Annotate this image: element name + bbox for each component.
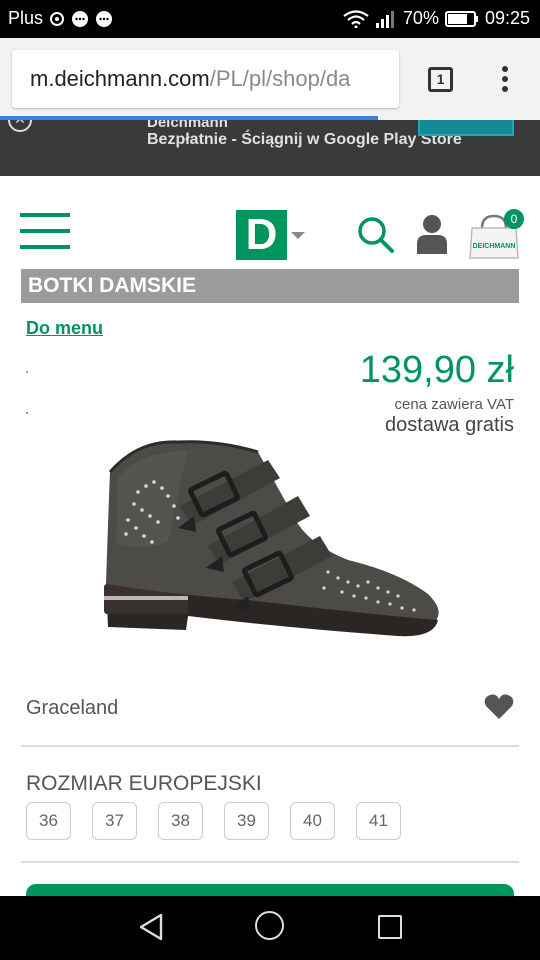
cart-bag-label: DEICHMANN — [473, 243, 516, 250]
wifi-icon — [343, 9, 369, 28]
banner-text: Bezpłatnie - Ściągnij w Google Play Stor… — [147, 131, 462, 148]
size-option[interactable]: 39 — [224, 802, 269, 840]
back-to-menu-link[interactable]: Do menu — [26, 318, 103, 339]
category-title: BOTKI DAMSKIE — [21, 269, 519, 303]
site-header: D DEICHMANN 0 — [0, 176, 540, 268]
browser-menu-icon[interactable] — [498, 66, 512, 94]
heart-icon[interactable] — [484, 694, 514, 720]
browser-toolbar: m.deichmann.com/PL/pl/shop/da 1 — [0, 38, 540, 120]
product-image[interactable] — [98, 432, 442, 650]
status-bar: Plus 70% 09:25 — [0, 0, 540, 38]
search-icon[interactable] — [357, 216, 395, 254]
divider — [21, 861, 519, 863]
system-nav-bar — [0, 896, 540, 960]
data-saver-icon — [50, 11, 65, 26]
size-option[interactable]: 36 — [26, 802, 71, 840]
divider — [21, 745, 519, 747]
placeholder-dot — [26, 412, 28, 414]
back-icon[interactable] — [138, 913, 164, 941]
vat-note: cena zawiera VAT — [394, 396, 515, 413]
placeholder-dot — [26, 371, 28, 373]
close-icon[interactable]: ✕ — [8, 120, 32, 132]
message-icon — [96, 10, 113, 27]
signal-icon — [375, 10, 394, 28]
url-domain: m.deichmann.com — [30, 66, 210, 91]
banner-app-name: Deichmann — [147, 120, 228, 131]
url-bar[interactable]: m.deichmann.com/PL/pl/shop/da — [12, 50, 399, 108]
battery-percent: 70% — [402, 8, 439, 28]
size-option[interactable]: 41 — [356, 802, 401, 840]
clock: 09:25 — [484, 8, 530, 28]
size-option[interactable]: 38 — [158, 802, 203, 840]
user-icon[interactable] — [416, 214, 448, 254]
size-selector: 36 37 38 39 40 41 — [26, 802, 401, 840]
install-button[interactable] — [418, 120, 514, 136]
battery-icon — [444, 10, 478, 27]
deichmann-logo[interactable]: D — [236, 210, 287, 260]
chevron-down-icon[interactable] — [291, 232, 305, 239]
home-icon[interactable] — [255, 911, 284, 940]
cart-count-badge: 0 — [504, 209, 524, 229]
size-option[interactable]: 37 — [92, 802, 137, 840]
url-path: /PL/pl/shop/da — [209, 66, 351, 91]
app-install-banner: ✕ Deichmann Bezpłatnie - Ściągnij w Goog… — [0, 120, 540, 176]
recent-apps-icon[interactable] — [378, 915, 402, 939]
product-price: 139,90 zł — [359, 349, 514, 391]
brand-name: Graceland — [26, 697, 119, 719]
menu-icon[interactable] — [20, 213, 70, 251]
tab-switcher-button[interactable]: 1 — [428, 67, 453, 92]
url-text[interactable]: m.deichmann.com/PL/pl/shop/da — [30, 66, 350, 92]
size-heading: ROZMIAR EUROPEJSKI — [26, 772, 262, 795]
message-icon — [72, 10, 89, 27]
size-option[interactable]: 40 — [290, 802, 335, 840]
carrier-label: Plus — [8, 8, 44, 28]
